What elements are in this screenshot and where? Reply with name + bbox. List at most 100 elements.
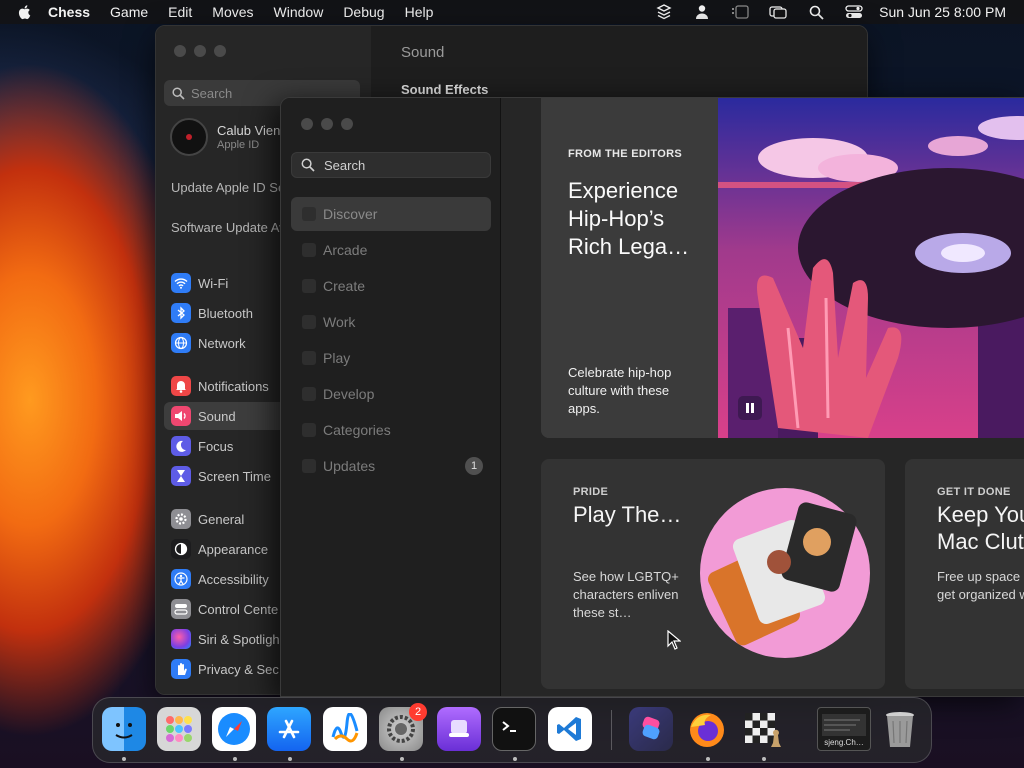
stack-icon[interactable] <box>655 4 673 20</box>
running-indicator <box>233 757 237 761</box>
menu-window[interactable]: Window <box>274 4 324 20</box>
freeform-icon[interactable] <box>323 707 367 751</box>
app-store-window: Search Discover Arcade Create Work Play … <box>280 97 1024 697</box>
editors-hero-card[interactable]: FROM THE EDITORS Experience Hip-Hop’s Ri… <box>541 98 1024 438</box>
nav-work[interactable]: Work <box>291 305 491 339</box>
card-description: See how LGBTQ+ characters enliven these … <box>573 569 679 620</box>
nav-label: Discover <box>323 206 378 222</box>
running-indicator <box>513 757 517 761</box>
nav-develop[interactable]: Develop <box>291 377 491 411</box>
sidebar-item-label: Control Cente <box>198 601 279 617</box>
menu-moves[interactable]: Moves <box>212 4 253 20</box>
menu-debug[interactable]: Debug <box>343 4 384 20</box>
nav-label: Arcade <box>323 242 368 258</box>
firefox-icon[interactable] <box>685 707 729 751</box>
menu-help[interactable]: Help <box>405 4 434 20</box>
bluetooth-icon <box>171 303 191 323</box>
card-eyebrow: GET IT DONE <box>937 486 1011 498</box>
menu-edit[interactable]: Edit <box>168 4 192 20</box>
account-subtitle: Apple ID <box>217 139 260 151</box>
mouse-cursor-icon <box>667 630 681 650</box>
menubar-clock[interactable]: Sun Jun 25 8:00 PM <box>879 4 1006 20</box>
dock-thumbnail-label: sjeng.Ch… <box>824 738 864 747</box>
terminal-icon[interactable] <box>492 707 536 751</box>
close-window-button[interactable] <box>301 118 313 130</box>
sidebar-item-label: Focus <box>198 438 234 454</box>
control-center-icon[interactable] <box>845 4 863 20</box>
nav-discover[interactable]: Discover <box>291 197 491 231</box>
running-indicator <box>706 757 710 761</box>
podcasts-like-icon[interactable] <box>437 707 481 751</box>
app-store-main: FROM THE EDITORS Experience Hip-Hop’s Ri… <box>501 98 1024 696</box>
store-search-placeholder: Search <box>324 157 366 173</box>
sidebar-item-label: Sound <box>198 408 236 424</box>
system-settings-icon[interactable]: 2 <box>379 703 427 751</box>
wifi-icon <box>171 273 191 293</box>
menu-app-chess[interactable]: Chess <box>48 4 90 20</box>
store-window-controls <box>301 118 353 130</box>
menu-bar: Chess Game Edit Moves Window Debug Help … <box>0 0 1024 24</box>
hero-description: Celebrate hip-hop culture with these app… <box>568 365 672 416</box>
stage-manager-icon[interactable] <box>731 4 749 20</box>
launchpad-icon[interactable] <box>157 707 201 751</box>
minimize-window-button[interactable] <box>321 118 333 130</box>
nav-label: Develop <box>323 386 375 402</box>
vscode-icon[interactable] <box>548 707 592 751</box>
nav-label: Work <box>323 314 356 330</box>
get-it-done-story-card[interactable]: GET IT DONE Keep You Mac Clut Free up sp… <box>905 459 1024 689</box>
menu-game[interactable]: Game <box>110 4 148 20</box>
dock: 2 sjeng.Ch… <box>92 697 932 763</box>
store-search-field[interactable]: Search <box>291 152 491 178</box>
section-title: Sound Effects <box>401 82 489 97</box>
shortcuts-icon[interactable] <box>629 707 673 751</box>
minimize-window-button[interactable] <box>194 45 206 57</box>
gear-icon <box>171 509 191 529</box>
running-indicator <box>288 757 292 761</box>
running-indicator <box>122 757 126 761</box>
nav-categories[interactable]: Categories <box>291 413 491 447</box>
spotlight-search-icon[interactable] <box>807 4 825 20</box>
hero-text-panel: FROM THE EDITORS Experience Hip-Hop’s Ri… <box>541 98 718 438</box>
nav-arcade[interactable]: Arcade <box>291 233 491 267</box>
apple-icon[interactable] <box>16 3 34 21</box>
develop-icon <box>302 387 316 401</box>
close-window-button[interactable] <box>174 45 186 57</box>
sidebar-item-label: Appearance <box>198 541 269 557</box>
nav-label: Categories <box>323 422 391 438</box>
control-center-icon <box>171 599 191 619</box>
sidebar-item-label: Accessibility <box>198 571 269 587</box>
pride-story-card[interactable]: PRIDE Play The… See how LGBTQ+ character… <box>541 459 885 689</box>
pause-video-button[interactable] <box>738 396 762 420</box>
card-title: Keep You Mac Clut <box>937 502 1024 554</box>
finder-icon[interactable] <box>102 707 146 751</box>
dock-separator <box>611 710 612 750</box>
globe-icon <box>171 333 191 353</box>
nav-create[interactable]: Create <box>291 269 491 303</box>
updates-count-badge: 1 <box>465 457 483 475</box>
app-store-icon[interactable] <box>267 707 311 751</box>
hourglass-icon <box>171 466 191 486</box>
hero-eyebrow: FROM THE EDITORS <box>568 148 682 160</box>
sidebar-item-label: Screen Time <box>198 468 271 484</box>
accessibility-icon <box>171 569 191 589</box>
running-indicator <box>762 757 766 761</box>
moon-icon <box>171 436 191 456</box>
safari-icon[interactable] <box>212 707 256 751</box>
nav-updates[interactable]: Updates 1 <box>291 449 491 483</box>
chess-icon[interactable] <box>741 707 785 751</box>
screen-mirroring-icon[interactable] <box>769 4 787 20</box>
apple-id-account[interactable]: Calub Vien Apple ID <box>170 118 280 156</box>
trash-icon[interactable] <box>878 707 922 751</box>
nav-play[interactable]: Play <box>291 341 491 375</box>
sidebar-item-label: Wi-Fi <box>198 275 229 291</box>
bell-icon <box>171 376 191 396</box>
pause-icon <box>746 403 754 413</box>
card-title: Play The… <box>573 502 682 527</box>
zoom-window-button[interactable] <box>214 45 226 57</box>
nav-label: Play <box>323 350 351 366</box>
user-icon[interactable] <box>693 4 711 20</box>
discover-icon <box>302 207 316 221</box>
zoom-window-button[interactable] <box>341 118 353 130</box>
chess-window-thumbnail[interactable]: sjeng.Ch… <box>817 707 871 751</box>
settings-window-controls <box>174 45 226 57</box>
